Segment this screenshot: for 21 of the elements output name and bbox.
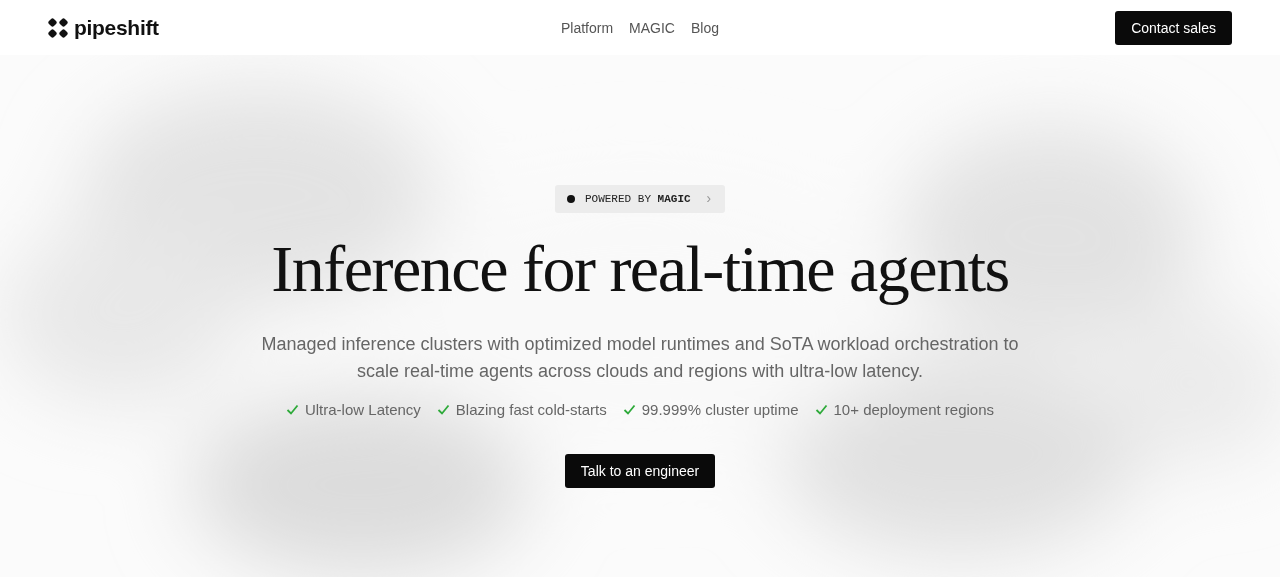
contact-sales-button[interactable]: Contact sales <box>1115 10 1232 45</box>
feature-text: Ultra-low Latency <box>304 401 421 418</box>
chevron-icon: › <box>704 191 713 207</box>
feature-text: 10+ deployment regions <box>833 401 995 418</box>
nav-link[interactable]: MAGIC <box>629 19 675 36</box>
check-icon <box>285 403 299 416</box>
logo-icon <box>48 17 68 38</box>
powered-by-badge[interactable]: POWERED BY MAGIC › <box>554 185 725 213</box>
badge-text: POWERED BY MAGIC <box>584 193 691 205</box>
talk-to-engineer-button[interactable]: Talk to an engineer <box>564 454 716 488</box>
dot-icon <box>566 195 575 203</box>
hero-title: Inference for real-time agents <box>271 231 1009 307</box>
hero-subtitle: Managed inference clusters with optimized model runtimes and SoTA workload orchestration to scale real-time agents across clouds and regions with ultra-low latency. <box>260 333 1020 383</box>
feature-text: 99.999% cluster uptime <box>641 401 799 418</box>
nav-link[interactable]: Platform <box>560 19 614 36</box>
brand-name[interactable]: pipeshift <box>74 15 159 40</box>
nav-link[interactable]: Blog <box>691 19 719 36</box>
check-icon <box>814 403 828 416</box>
feature-text: Blazing fast cold-starts <box>455 401 607 418</box>
check-icon <box>622 403 636 416</box>
check-icon <box>436 403 450 416</box>
